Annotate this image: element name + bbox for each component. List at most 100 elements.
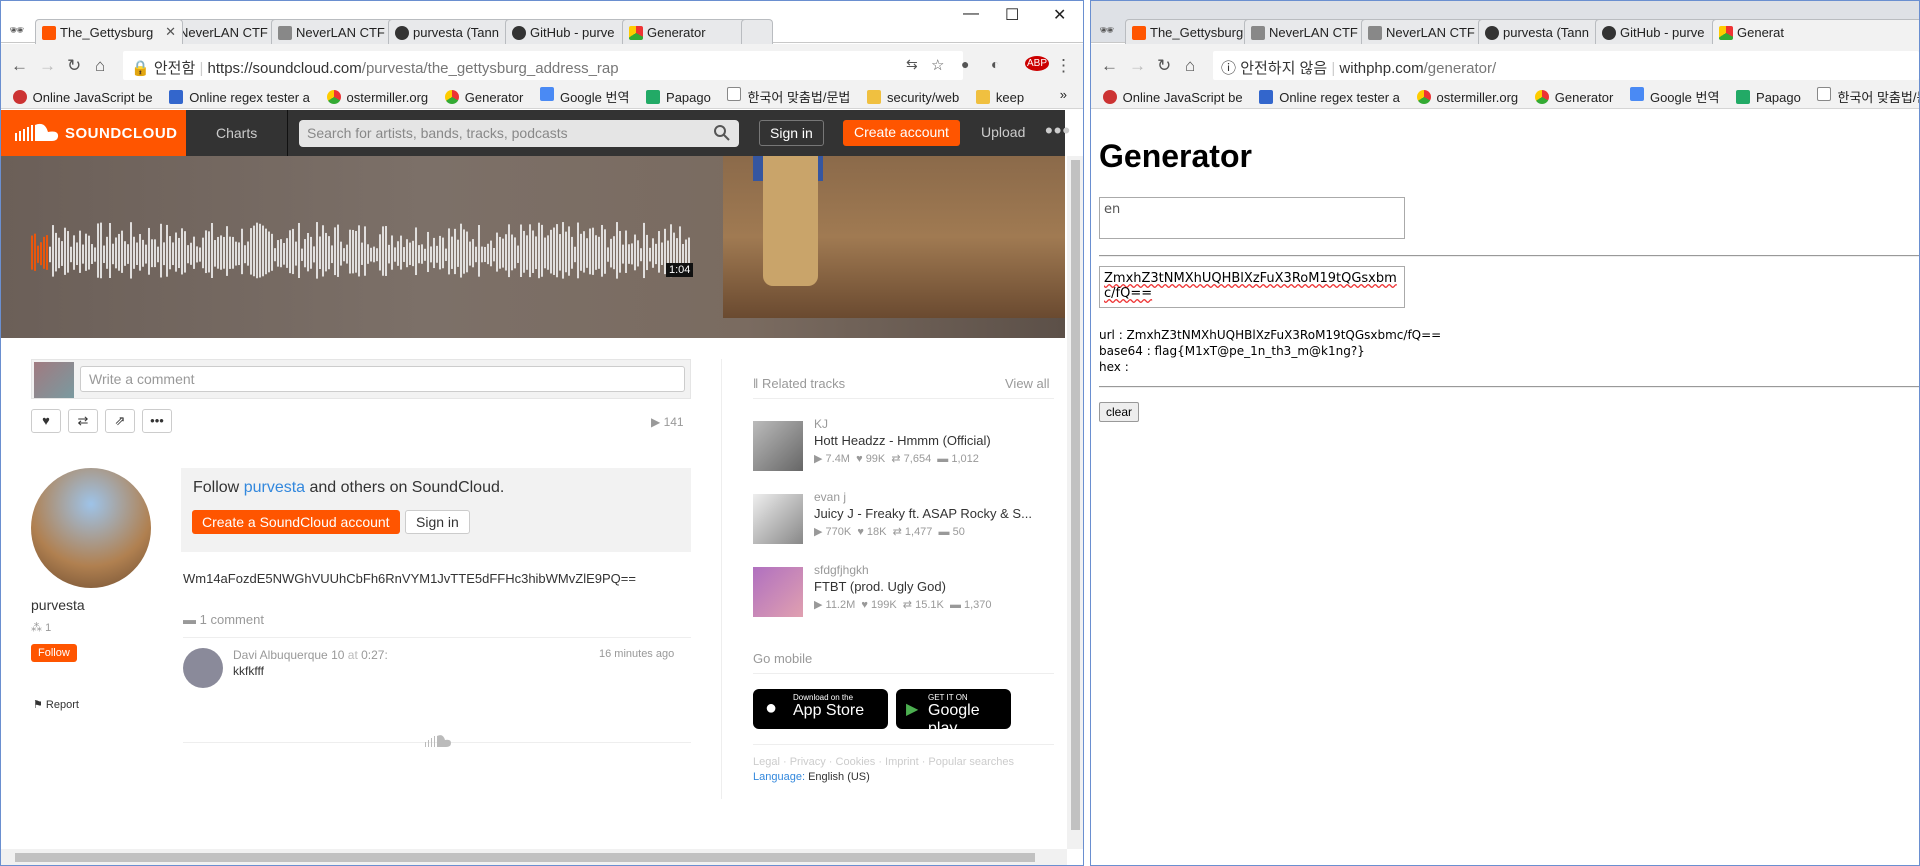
follow-user-link[interactable]: purvesta bbox=[244, 479, 305, 496]
maximize-icon[interactable]: ☐ bbox=[1005, 5, 1019, 25]
waveform-bar bbox=[55, 232, 57, 272]
track-title[interactable]: Hott Headzz - Hmmm (Official) bbox=[814, 433, 991, 448]
app-store-badge[interactable]: ● Download on the App Store bbox=[753, 689, 888, 729]
bookmark-item[interactable]: ostermiller.org bbox=[326, 90, 428, 105]
address-bar[interactable]: 🔒 안전함 | https://soundcloud.com/purvesta/… bbox=[123, 51, 963, 80]
input-textarea[interactable]: en bbox=[1099, 197, 1405, 239]
more-actions-button[interactable]: ••• bbox=[142, 409, 172, 433]
share-button[interactable]: ⇗ bbox=[105, 409, 135, 433]
minimize-icon[interactable]: — bbox=[963, 5, 979, 23]
track-thumbnail[interactable] bbox=[753, 567, 803, 617]
waveform-bar bbox=[262, 225, 264, 277]
report-link[interactable]: ⚑ Report bbox=[33, 698, 79, 711]
language-selector[interactable]: Language: English (US) bbox=[753, 771, 870, 783]
footer-links[interactable]: Legal · Privacy · Cookies · Imprint · Po… bbox=[753, 756, 1014, 768]
clear-button[interactable]: clear bbox=[1099, 402, 1140, 422]
google-play-badge[interactable]: ▶ GET IT ON Google play bbox=[896, 689, 1011, 737]
bookmark-item[interactable]: ostermiller.org bbox=[1416, 90, 1518, 105]
repost-button[interactable]: ⇄ bbox=[68, 409, 98, 433]
scrollbar-thumb[interactable] bbox=[15, 853, 1035, 862]
related-track[interactable]: KJ Hott Headzz - Hmmm (Official) ▶ 7.4M … bbox=[753, 417, 1054, 481]
waveform[interactable] bbox=[31, 216, 691, 296]
extension-icon[interactable]: ◐ bbox=[991, 56, 999, 72]
comment-avatar[interactable] bbox=[183, 648, 223, 688]
user-avatar[interactable] bbox=[31, 468, 151, 588]
tab-soundcloud[interactable]: The_Gettysburg ✕ bbox=[35, 19, 183, 44]
waveform-bar bbox=[580, 233, 582, 271]
home-icon[interactable]: ⌂ bbox=[1185, 56, 1195, 76]
soundcloud-logo[interactable]: SOUNDCLOUD bbox=[1, 110, 186, 156]
bookmark-item[interactable]: 한국어 맞춤법/문법 bbox=[727, 87, 850, 106]
bookmark-item[interactable]: Papago bbox=[646, 90, 711, 105]
comment-timestamp[interactable]: 0:27: bbox=[361, 648, 388, 662]
waveform-bar bbox=[52, 225, 54, 277]
track-thumbnail[interactable] bbox=[753, 421, 803, 471]
waveform-bar bbox=[265, 228, 267, 275]
track-title[interactable]: Juicy J - Freaky ft. ASAP Rocky & S... bbox=[814, 506, 1032, 521]
bookmark-item[interactable]: Papago bbox=[1736, 90, 1801, 105]
create-account-button[interactable]: Create account bbox=[843, 120, 960, 146]
bookmark-item[interactable]: Generator bbox=[444, 90, 523, 105]
comment-user[interactable]: Davi Albuquerque 10 bbox=[233, 648, 344, 662]
track-user[interactable]: evan j bbox=[814, 490, 846, 504]
cookie-icon[interactable]: ● bbox=[961, 56, 969, 72]
bookmark-item[interactable]: Online regex tester a bbox=[1259, 90, 1400, 105]
bookmark-item[interactable]: Online JavaScript be bbox=[1102, 90, 1243, 105]
follower-count[interactable]: ⁂ 1 bbox=[31, 621, 51, 634]
bookmark-item[interactable]: Online regex tester a bbox=[169, 90, 310, 105]
soundcloud-favicon-icon bbox=[1132, 26, 1146, 40]
view-all-link[interactable]: View all bbox=[1005, 376, 1050, 391]
more-bookmarks-icon[interactable]: » bbox=[1060, 87, 1067, 102]
forward-icon[interactable]: → bbox=[39, 56, 56, 76]
scrollbar-thumb[interactable] bbox=[1071, 160, 1080, 830]
close-tab-icon[interactable]: ✕ bbox=[165, 24, 176, 40]
googleplay-big: Google play bbox=[928, 702, 980, 737]
bookmark-item[interactable]: Generator bbox=[1534, 90, 1613, 105]
more-icon[interactable]: ••• bbox=[1045, 118, 1071, 144]
nav-charts[interactable]: Charts bbox=[186, 110, 288, 156]
upload-link[interactable]: Upload bbox=[981, 124, 1025, 140]
follow-button[interactable]: Follow bbox=[31, 644, 77, 662]
user-name[interactable]: purvesta bbox=[31, 597, 85, 613]
menu-icon[interactable]: ⋮ bbox=[1055, 56, 1072, 76]
create-soundcloud-account-button[interactable]: Create a SoundCloud account bbox=[192, 510, 400, 534]
back-icon[interactable]: ← bbox=[1101, 56, 1118, 76]
track-title[interactable]: FTBT (prod. Ugly God) bbox=[814, 579, 946, 594]
like-button[interactable]: ♥ bbox=[31, 409, 61, 433]
track-user[interactable]: sfdgfjhgkh bbox=[814, 563, 869, 577]
reload-icon[interactable]: ↻ bbox=[1157, 56, 1171, 76]
address-bar[interactable]: ⓘ 안전하지 않음 | withphp.com/generator/ bbox=[1213, 51, 1919, 80]
translate-icon[interactable]: ⇆ bbox=[906, 56, 918, 73]
track-hero: 1:04 bbox=[1, 156, 1065, 338]
related-track[interactable]: sfdgfjhgkh FTBT (prod. Ugly God) ▶ 11.2M… bbox=[753, 563, 1054, 627]
sign-in-button[interactable]: Sign in bbox=[759, 120, 824, 146]
track-thumbnail[interactable] bbox=[753, 494, 803, 544]
bookmark-item[interactable]: Google 번역 bbox=[1629, 87, 1719, 106]
forward-icon[interactable]: → bbox=[1129, 56, 1146, 76]
track-user[interactable]: KJ bbox=[814, 417, 828, 431]
bookmark-item[interactable]: Online JavaScript be bbox=[12, 90, 153, 105]
star-icon[interactable]: ☆ bbox=[931, 56, 944, 74]
search-input[interactable]: Search for artists, bands, tracks, podca… bbox=[299, 120, 739, 147]
vertical-scrollbar[interactable] bbox=[1067, 156, 1083, 849]
waveform-bar bbox=[367, 244, 369, 264]
close-window-icon[interactable]: ✕ bbox=[1053, 5, 1066, 25]
bookmark-folder[interactable]: keep bbox=[975, 90, 1024, 105]
related-track[interactable]: evan j Juicy J - Freaky ft. ASAP Rocky &… bbox=[753, 490, 1054, 554]
bookmark-item[interactable]: Google 번역 bbox=[539, 87, 629, 106]
home-icon[interactable]: ⌂ bbox=[95, 56, 105, 76]
bookmark-item[interactable]: 한국어 맞춤법/문법 bbox=[1817, 87, 1919, 106]
bookmark-folder[interactable]: security/web bbox=[867, 90, 959, 105]
output-textarea[interactable]: ZmxhZ3tNMXhUQHBlXzFuX3RoM19tQGsxbmc/fQ== bbox=[1099, 266, 1405, 308]
comment-input[interactable]: Write a comment bbox=[80, 366, 685, 392]
sign-in-button[interactable]: Sign in bbox=[405, 510, 470, 534]
waveform-bar bbox=[328, 236, 330, 270]
back-icon[interactable]: ← bbox=[11, 56, 28, 76]
horizontal-scrollbar[interactable] bbox=[1, 849, 1067, 865]
reload-icon[interactable]: ↻ bbox=[67, 56, 81, 76]
waveform-bar bbox=[505, 234, 507, 271]
tab-generator[interactable]: Generat bbox=[1712, 19, 1919, 44]
adblock-icon[interactable]: ABP bbox=[1025, 56, 1050, 71]
new-tab-button[interactable] bbox=[741, 19, 773, 44]
search-icon[interactable] bbox=[713, 124, 731, 142]
